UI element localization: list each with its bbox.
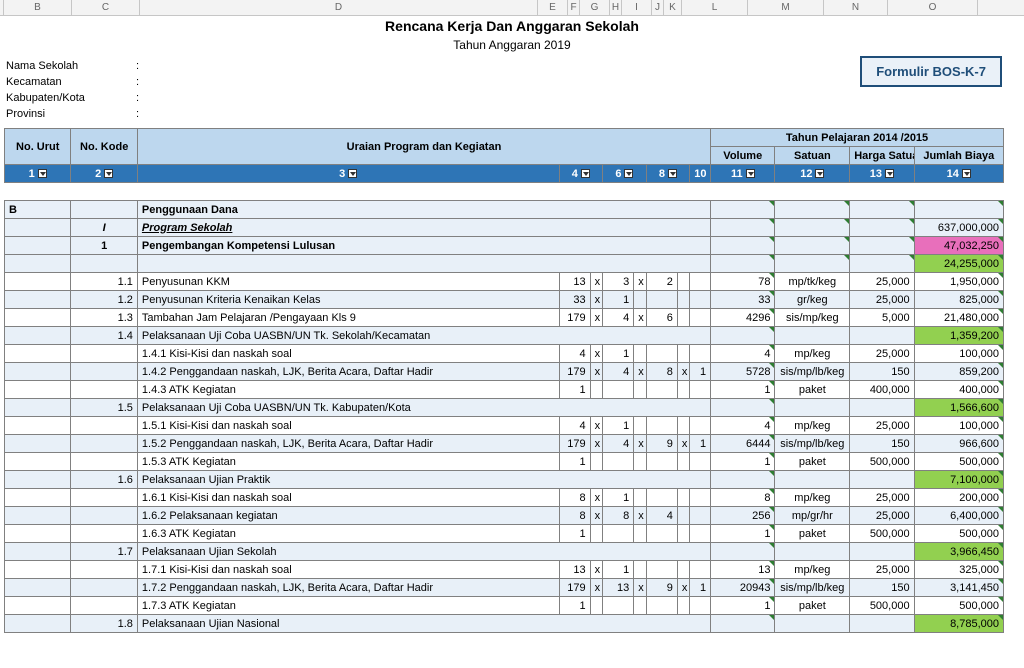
table-row: 24,255,000 (5, 255, 1004, 273)
page-subtitle: Tahun Anggaran 2019 (0, 36, 1024, 58)
th-no-kode[interactable]: No. Kode (71, 129, 137, 165)
colhdr-M[interactable]: M (748, 0, 824, 15)
filter-icon[interactable] (348, 169, 357, 178)
filter-icon[interactable] (581, 169, 590, 178)
table-row: 1.6.2 Pelaksanaan kegiatan 8x 8x 4 256mp… (5, 507, 1004, 525)
header-row-1: No. Urut No. Kode Uraian Program dan Keg… (5, 129, 1004, 147)
meta-kecamatan: Kecamatan (6, 76, 136, 88)
th-satuan[interactable]: Satuan (775, 147, 850, 165)
colhdr-C[interactable]: C (72, 0, 140, 15)
th-jumlah[interactable]: Jumlah Biaya (914, 147, 1003, 165)
filter-icon[interactable] (962, 169, 971, 178)
table-row: 1.6 Pelaksanaan Ujian Praktik 7,100,000 (5, 471, 1004, 489)
colhdr-I[interactable]: I (622, 0, 652, 15)
colhdr-O[interactable]: O (888, 0, 978, 15)
colhdr-H[interactable]: H (610, 0, 622, 15)
table-row: 1.5.1 Kisi-Kisi dan naskah soal 4x 1 4mp… (5, 417, 1004, 435)
table-row: 1.6.3 ATK Kegiatan 1 1paket 500,000500,0… (5, 525, 1004, 543)
column-header-row: B C D E F G H I J K L M N O (0, 0, 1024, 16)
table-row: 1.7 Pelaksanaan Ujian Sekolah 3,966,450 (5, 543, 1004, 561)
table-row: 1.5.2 Penggandaan naskah, LJK, Berita Ac… (5, 435, 1004, 453)
numbering-row: 1 2 3 4 6 8 10 11 12 13 14 (5, 165, 1004, 183)
th-no-urut[interactable]: No. Urut (5, 129, 71, 165)
table-row (5, 183, 1004, 201)
filter-icon[interactable] (885, 169, 894, 178)
data-table: No. Urut No. Kode Uraian Program dan Keg… (4, 128, 1004, 633)
table-row: 1.5 Pelaksanaan Uji Coba UASBN/UN Tk. Ka… (5, 399, 1004, 417)
meta-provinsi: Provinsi (6, 108, 136, 120)
page-title: Rencana Kerja Dan Anggaran Sekolah (0, 16, 1024, 36)
table-row: 1.6.1 Kisi-Kisi dan naskah soal 8x 1 8mp… (5, 489, 1004, 507)
colhdr-F[interactable]: F (568, 0, 580, 15)
colhdr-J[interactable]: J (652, 0, 664, 15)
colhdr-L[interactable]: L (682, 0, 748, 15)
table-row: 1 Pengembangan Kompetensi Lulusan 47,032… (5, 237, 1004, 255)
table-row: 1.7.2 Penggandaan naskah, LJK, Berita Ac… (5, 579, 1004, 597)
th-tahun[interactable]: Tahun Pelajaran 2014 /2015 (711, 129, 1004, 147)
colhdr-E[interactable]: E (538, 0, 568, 15)
table-row: 1.5.3 ATK Kegiatan 1 1paket 500,000500,0… (5, 453, 1004, 471)
filter-icon[interactable] (668, 169, 677, 178)
filter-icon[interactable] (624, 169, 633, 178)
formulir-box: Formulir BOS-K-7 (860, 56, 1002, 87)
table-row: 1.4.2 Penggandaan naskah, LJK, Berita Ac… (5, 363, 1004, 381)
filter-icon[interactable] (815, 169, 824, 178)
colhdr-D[interactable]: D (140, 0, 538, 15)
table-row: 1.4.3 ATK Kegiatan 1 1paket 400,000400,0… (5, 381, 1004, 399)
table-row: 1.8 Pelaksanaan Ujian Nasional 8,785,000 (5, 615, 1004, 633)
meta-kabupaten: Kabupaten/Kota (6, 92, 136, 104)
th-harga[interactable]: Harga Satuan (850, 147, 914, 165)
table-row: 1.7.1 Kisi-Kisi dan naskah soal 13x 1 13… (5, 561, 1004, 579)
table-row: 1.1 Penyusunan KKM 13x 3x 2 78 mp/tk/keg… (5, 273, 1004, 291)
colhdr-B[interactable]: B (4, 0, 72, 15)
filter-icon[interactable] (38, 169, 47, 178)
table-row: 1.4 Pelaksanaan Uji Coba UASBN/UN Tk. Se… (5, 327, 1004, 345)
th-uraian[interactable]: Uraian Program dan Kegiatan (137, 129, 710, 165)
colhdr-K[interactable]: K (664, 0, 682, 15)
filter-icon[interactable] (746, 169, 755, 178)
table-row: 1.2 Penyusunan Kriteria Kenaikan Kelas 3… (5, 291, 1004, 309)
meta-nama: Nama Sekolah (6, 60, 136, 72)
th-volume[interactable]: Volume (711, 147, 775, 165)
table-row: 1.7.3 ATK Kegiatan 1 1paket 500,000500,0… (5, 597, 1004, 615)
table-row: B Penggunaan Dana (5, 201, 1004, 219)
table-row: 1.3 Tambahan Jam Pelajaran /Pengayaan Kl… (5, 309, 1004, 327)
table-row: 1.4.1 Kisi-Kisi dan naskah soal 4x 1 4mp… (5, 345, 1004, 363)
colhdr-G[interactable]: G (580, 0, 610, 15)
colhdr-N[interactable]: N (824, 0, 888, 15)
table-row: I Program Sekolah 637,000,000 (5, 219, 1004, 237)
filter-icon[interactable] (104, 169, 113, 178)
